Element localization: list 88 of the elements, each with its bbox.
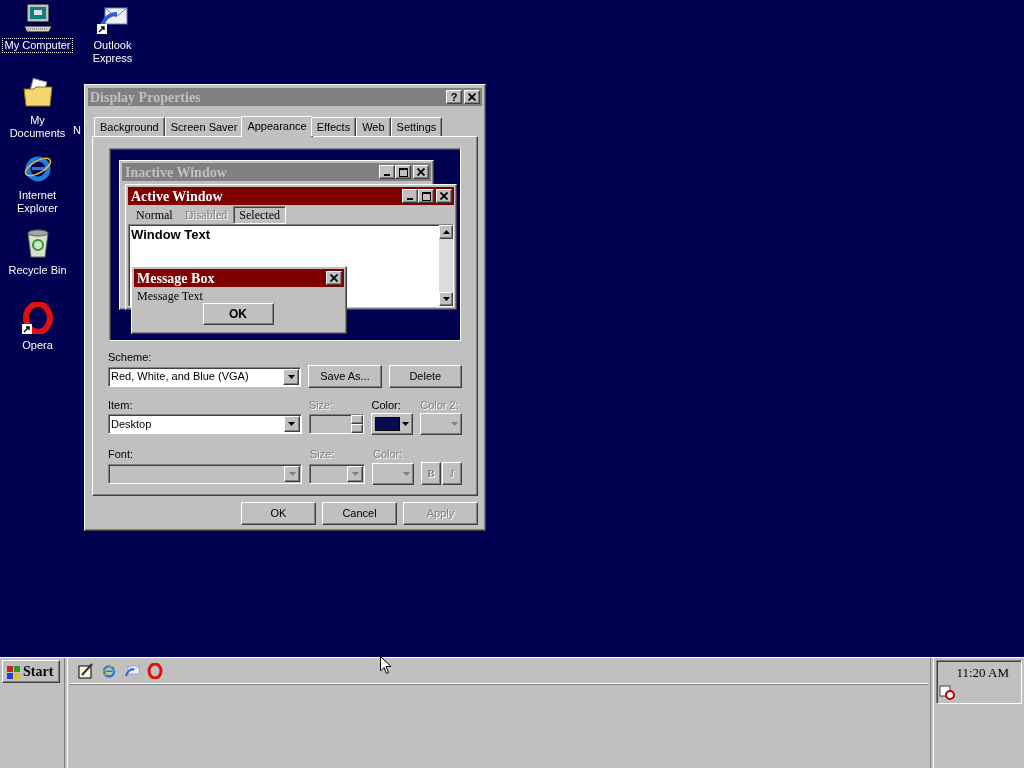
shortcut-arrow-icon bbox=[96, 24, 107, 34]
icon-label: My Documents bbox=[8, 113, 67, 141]
maximize-button[interactable] bbox=[395, 165, 411, 179]
desktop-icon[interactable]: Outlook Express bbox=[75, 0, 150, 75]
close-icon bbox=[330, 274, 338, 282]
tab[interactable]: Effects bbox=[310, 117, 357, 136]
dropdown-field[interactable]: Red, White, and Blue (VGA) bbox=[108, 366, 302, 387]
help-button[interactable]: ? bbox=[446, 90, 462, 104]
windows-flag-icon bbox=[5, 663, 21, 680]
push-button[interactable]: Cancel bbox=[322, 502, 397, 525]
color-picker-button[interactable] bbox=[371, 413, 414, 435]
scroll-up-button[interactable] bbox=[439, 225, 453, 239]
field-label: Size: bbox=[308, 399, 335, 412]
field-label: Scheme: bbox=[108, 351, 153, 364]
tab[interactable]: Settings bbox=[390, 117, 443, 136]
field-label: Size: bbox=[310, 448, 336, 461]
window-text: Window Text bbox=[130, 226, 212, 244]
icon-label: My Computer bbox=[2, 38, 73, 53]
maximize-icon bbox=[421, 191, 431, 201]
tab[interactable]: Appearance bbox=[241, 116, 313, 137]
maximize-icon bbox=[398, 167, 408, 177]
clock: 11:20 AM bbox=[956, 664, 1010, 682]
shortcut-arrow-icon bbox=[21, 324, 32, 334]
ring-icon bbox=[21, 302, 54, 334]
scroll-down-button[interactable] bbox=[439, 292, 453, 306]
dropdown-arrow-button[interactable] bbox=[283, 416, 300, 432]
icon-label: Outlook Express bbox=[91, 38, 134, 66]
dropdown-arrow-button[interactable] bbox=[283, 368, 300, 385]
field-label: Item: bbox=[108, 399, 134, 412]
active-window-title: Active Window bbox=[131, 187, 224, 206]
close-button[interactable] bbox=[326, 271, 342, 285]
caret-icon bbox=[403, 471, 410, 476]
push-button[interactable]: Save As... bbox=[308, 365, 382, 388]
computer-icon bbox=[21, 2, 54, 34]
field-label: Font: bbox=[108, 448, 135, 461]
ok-button[interactable]: OK bbox=[202, 303, 274, 325]
browser-icon bbox=[101, 662, 117, 679]
down-arrow-icon bbox=[442, 297, 450, 301]
field-label: Color: bbox=[373, 448, 404, 461]
tray-icon-button[interactable] bbox=[939, 683, 955, 700]
push-button[interactable]: Delete bbox=[388, 365, 462, 388]
close-button[interactable] bbox=[464, 90, 480, 104]
close-button[interactable] bbox=[413, 165, 429, 179]
tab[interactable]: Screen Saver bbox=[164, 117, 244, 136]
window-title: Display Properties bbox=[90, 88, 202, 107]
close-icon bbox=[440, 192, 448, 200]
caret-icon bbox=[402, 422, 410, 426]
message-text: Message Text bbox=[136, 289, 204, 303]
dropdown-field[interactable]: Desktop bbox=[108, 414, 302, 434]
close-icon bbox=[417, 168, 425, 176]
minimize-button[interactable] bbox=[379, 165, 395, 179]
push-button[interactable]: OK bbox=[241, 502, 316, 525]
desktop-icon[interactable]: My Computer bbox=[0, 0, 75, 75]
tab[interactable]: Web bbox=[356, 117, 391, 136]
desktop-icon[interactable]: Internet Explorer bbox=[0, 150, 75, 225]
message-box-title: Message Box bbox=[137, 269, 216, 288]
caret-icon bbox=[288, 471, 296, 476]
dropdown-value: Desktop bbox=[110, 416, 153, 432]
quick-launch-button[interactable] bbox=[78, 662, 94, 679]
field-label: Color: bbox=[371, 399, 402, 412]
caret-icon bbox=[351, 471, 359, 476]
menu-item[interactable]: Normal bbox=[130, 205, 179, 224]
caret-icon bbox=[287, 374, 295, 379]
minimize-button[interactable] bbox=[402, 189, 418, 203]
scheduler-icon bbox=[939, 683, 955, 700]
caret-icon bbox=[451, 422, 458, 426]
folder-icon bbox=[21, 77, 54, 109]
desktop-icon[interactable]: Opera bbox=[0, 300, 75, 375]
up-arrow-icon bbox=[442, 230, 450, 234]
tab[interactable]: Background bbox=[94, 117, 165, 136]
icon-label: N bbox=[73, 124, 81, 137]
field-label: Color 2: bbox=[420, 399, 460, 412]
close-button[interactable] bbox=[436, 189, 452, 203]
icon-label: Recycle Bin bbox=[7, 263, 68, 278]
ring-icon bbox=[147, 662, 163, 679]
envelope-icon bbox=[124, 662, 140, 679]
icon-label: Opera bbox=[21, 338, 54, 353]
desktop-icon[interactable]: Recycle Bin bbox=[0, 225, 75, 300]
icon-label: Internet Explorer bbox=[16, 188, 59, 216]
caret-icon bbox=[288, 422, 296, 426]
inactive-window-title: Inactive Window bbox=[125, 163, 228, 182]
desktop-icon[interactable]: My Documents bbox=[0, 75, 75, 150]
dropdown-value: Red, White, and Blue (VGA) bbox=[110, 369, 250, 385]
menu-item[interactable]: Selected bbox=[233, 205, 286, 224]
notepad-icon bbox=[78, 662, 94, 679]
close-icon bbox=[468, 93, 476, 101]
maximize-button[interactable] bbox=[418, 189, 434, 203]
start-button[interactable]: Start bbox=[2, 660, 60, 683]
